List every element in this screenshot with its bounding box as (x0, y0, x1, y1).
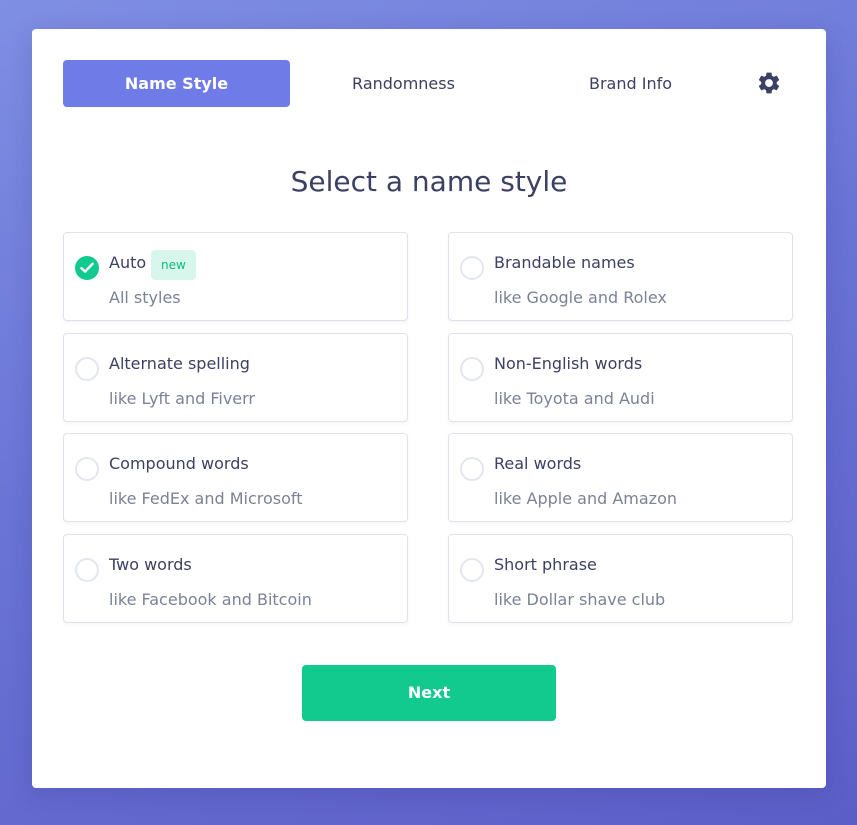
new-badge: new (151, 250, 196, 280)
option-label: Non-English words (494, 354, 643, 373)
gear-icon[interactable] (756, 70, 782, 96)
option-brandable-names[interactable]: Brandable names like Google and Rolex (448, 232, 793, 321)
radio-icon[interactable] (75, 558, 99, 582)
option-compound-words[interactable]: Compound words like FedEx and Microsoft (63, 433, 408, 522)
radio-icon[interactable] (460, 256, 484, 280)
option-short-phrase[interactable]: Short phrase like Dollar shave club (448, 534, 793, 623)
option-description: like Apple and Amazon (494, 489, 677, 508)
option-real-words[interactable]: Real words like Apple and Amazon (448, 433, 793, 522)
option-description: like FedEx and Microsoft (109, 489, 303, 508)
wizard-card: Name Style Randomness Brand Info Select … (32, 29, 826, 788)
option-label: Alternate spelling (109, 354, 250, 373)
radio-checked-icon[interactable] (75, 256, 99, 280)
option-label: Auto (109, 253, 147, 272)
tab-bar: Name Style Randomness Brand Info (63, 60, 783, 107)
option-description: like Google and Rolex (494, 288, 667, 307)
option-description: like Dollar shave club (494, 590, 666, 609)
next-button[interactable]: Next (302, 665, 556, 721)
option-label: Short phrase (494, 555, 597, 574)
tab-randomness[interactable]: Randomness (290, 60, 517, 107)
radio-icon[interactable] (460, 558, 484, 582)
radio-icon[interactable] (460, 457, 484, 481)
option-auto[interactable]: Auto new All styles (63, 232, 408, 321)
radio-icon[interactable] (75, 357, 99, 381)
option-alternate-spelling[interactable]: Alternate spelling like Lyft and Fiverr (63, 333, 408, 422)
radio-icon[interactable] (460, 357, 484, 381)
check-icon (80, 262, 94, 273)
radio-icon[interactable] (75, 457, 99, 481)
tab-name-style[interactable]: Name Style (63, 60, 290, 107)
option-label: Brandable names (494, 253, 635, 272)
option-label: Real words (494, 454, 582, 473)
option-description: like Toyota and Audi (494, 389, 655, 408)
option-non-english-words[interactable]: Non-English words like Toyota and Audi (448, 333, 793, 422)
tab-brand-info[interactable]: Brand Info (517, 60, 744, 107)
option-description: All styles (109, 288, 181, 307)
option-label: Two words (109, 555, 192, 574)
option-label: Compound words (109, 454, 249, 473)
option-description: like Lyft and Fiverr (109, 389, 255, 408)
option-two-words[interactable]: Two words like Facebook and Bitcoin (63, 534, 408, 623)
option-description: like Facebook and Bitcoin (109, 590, 312, 609)
page-title: Select a name style (290, 165, 568, 198)
